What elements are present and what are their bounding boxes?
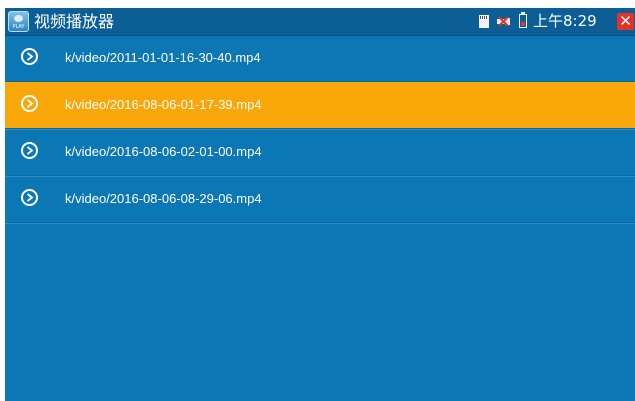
usb-icon bbox=[497, 16, 510, 27]
title-bar: PLAY 视频播放器 上午8:29 ✕ bbox=[5, 8, 635, 36]
list-item[interactable]: k/video/2011-01-01-16-30-40.mp4 bbox=[5, 35, 635, 82]
file-name: k/video/2016-08-06-02-01-00.mp4 bbox=[65, 144, 262, 159]
file-name: k/video/2016-08-06-01-17-39.mp4 bbox=[65, 97, 262, 112]
play-app-icon: PLAY bbox=[8, 11, 29, 32]
video-player-screen: PLAY 视频播放器 上午8:29 ✕ k/video/2011-01-01-1… bbox=[5, 8, 635, 401]
close-button[interactable]: ✕ bbox=[617, 13, 634, 30]
list-item[interactable]: k/video/2016-08-06-08-29-06.mp4 bbox=[5, 176, 635, 223]
app-icon-label: PLAY bbox=[12, 24, 25, 30]
play-icon bbox=[21, 48, 38, 65]
app-title: 视频播放器 bbox=[34, 12, 115, 31]
play-icon bbox=[21, 189, 38, 206]
battery-icon bbox=[519, 12, 527, 28]
list-item-selected[interactable]: k/video/2016-08-06-01-17-39.mp4 bbox=[5, 82, 635, 129]
status-clock: 上午8:29 bbox=[533, 12, 597, 30]
file-name: k/video/2016-08-06-08-29-06.mp4 bbox=[65, 191, 262, 206]
file-name: k/video/2011-01-01-16-30-40.mp4 bbox=[65, 50, 261, 65]
play-icon bbox=[21, 142, 38, 159]
play-icon bbox=[21, 95, 38, 112]
list-item[interactable]: k/video/2016-08-06-02-01-00.mp4 bbox=[5, 129, 635, 176]
sd-card-icon bbox=[479, 15, 489, 28]
video-file-list: k/video/2011-01-01-16-30-40.mp4 k/video/… bbox=[5, 35, 635, 223]
